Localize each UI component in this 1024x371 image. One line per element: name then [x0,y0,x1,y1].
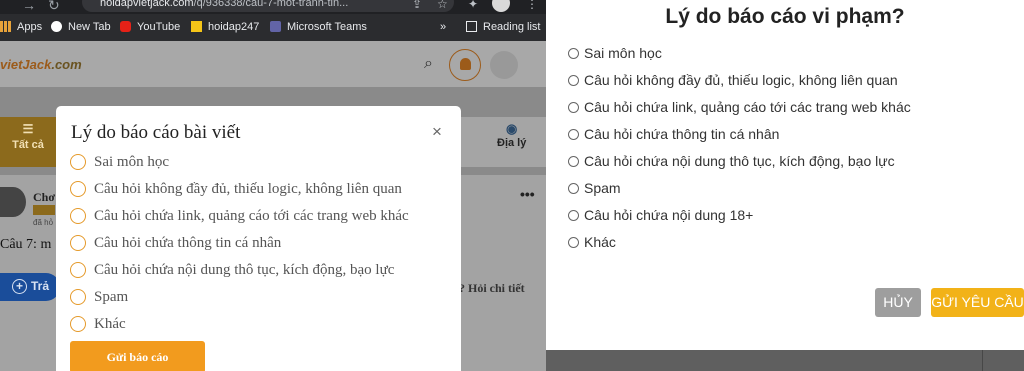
search-icon[interactable]: ⌕ [424,55,433,73]
radio-circle-icon[interactable] [568,156,579,167]
radio-circle-icon[interactable] [568,210,579,221]
extensions-icon[interactable]: ✦ [468,0,478,11]
forward-arrow-icon[interactable]: → [22,0,36,13]
globe-icon: ◉ [506,121,518,136]
report-option-label: Sai môn học [94,154,169,170]
url-text: hoidapvietjack.com/q/936338/cau-7-mot-tr… [100,0,349,9]
bookmarks-overflow[interactable]: » [440,21,446,33]
poster-name[interactable]: Chơ [33,190,55,205]
post-meta: đã hỏ [33,218,54,227]
browser-window: → ↻ hoidapvietjack.com/q/936338/cau-7-mo… [0,0,546,371]
answer-button[interactable]: + Trả [0,273,60,301]
bookmark-new-tab[interactable]: New Tab [51,21,111,33]
radio-circle-icon[interactable] [70,262,86,278]
radio-circle-icon[interactable] [568,48,579,59]
notification-bell-icon[interactable] [449,49,481,81]
report-modal: Lý do báo cáo bài viết × Sai môn học Câu … [56,106,461,371]
violation-option-label: Spam [584,180,621,196]
cancel-button[interactable]: HỦY [875,288,921,317]
poster-avatar[interactable] [0,187,26,217]
violation-option-label: Câu hỏi chứa thông tin cá nhân [584,126,780,142]
report-option-label: Câu hỏi chứa nội dung thô tục, kích động… [94,262,395,278]
divider [982,350,983,371]
reading-list[interactable]: Reading list [466,21,540,33]
report-option-label: Câu hỏi không đầy đủ, thiếu logic, không… [94,181,402,197]
background-strip [546,350,1024,371]
bookmark-teams[interactable]: Microsoft Teams [270,21,367,33]
radio-circle-icon[interactable] [568,102,579,113]
browser-toolbar: → ↻ hoidapvietjack.com/q/936338/cau-7-mo… [0,0,546,14]
violation-option-label: Câu hỏi chứa nội dung thô tục, kích động… [584,153,895,169]
report-option-label: Câu hỏi chứa thông tin cá nhân [94,235,282,251]
report-panel: Lý do báo cáo vi phạm? Sai môn học Câu hỏ… [546,0,1024,350]
modal-title: Lý do báo cáo bài viết [71,122,241,143]
profile-avatar[interactable] [492,0,510,12]
tab-geography[interactable]: ◉ Địa lý [497,121,526,149]
bookmark-star-icon[interactable]: ☆ [437,0,448,11]
bookmark-apps[interactable]: Apps [0,21,42,33]
user-avatar[interactable] [490,51,518,79]
hoidap247-icon [191,21,202,32]
teams-icon [270,21,281,32]
panel-title: Lý do báo cáo vi phạm? [665,5,905,28]
poster-badge [33,205,55,215]
detailed-question-link[interactable]: ? Hỏi chi tiết [459,281,525,296]
bookmark-hoidap247[interactable]: hoidap247 [191,21,259,33]
violation-option-label: Câu hỏi chứa nội dung 18+ [584,207,754,223]
plus-icon: + [12,279,27,294]
reading-list-icon [466,21,477,32]
submit-report-button[interactable]: Gửi báo cáo [70,341,205,371]
radio-circle-icon[interactable] [70,181,86,197]
radio-circle-icon[interactable] [568,75,579,86]
radio-circle-icon[interactable] [70,289,86,305]
radio-circle-icon[interactable] [568,129,579,140]
apps-grid-icon [0,21,11,32]
violation-option-label: Khác [584,234,616,250]
bookmarks-bar: Apps New Tab YouTube hoidap247 Microsoft… [0,14,546,41]
radio-circle-icon[interactable] [568,183,579,194]
tab-all[interactable]: ☰ Tất cả [0,117,56,167]
report-option-label: Spam [94,289,129,305]
radio-circle-icon[interactable] [70,235,86,251]
violation-option-label: Câu hỏi chứa link, quảng cáo tới các tra… [584,99,911,115]
share-icon[interactable]: ⇪ [412,0,422,11]
bookmark-youtube[interactable]: YouTube [120,21,180,33]
menu-kebab-icon[interactable]: ⋮ [526,0,538,11]
site-logo[interactable]: vietJack.com [0,57,82,72]
site-header: vietJack.com ⌕ [0,41,546,87]
reload-icon[interactable]: ↻ [48,0,60,14]
violation-option-label: Câu hỏi không đầy đủ, thiếu logic, không… [584,72,898,88]
report-option-label: Khác [94,316,126,332]
violation-option-label: Sai môn học [584,45,662,61]
radio-circle-icon[interactable] [568,237,579,248]
send-request-button[interactable]: GỬI YÊU CẦU [931,288,1024,317]
radio-circle-icon[interactable] [70,208,86,224]
close-icon[interactable]: × [432,122,442,142]
radio-circle-icon[interactable] [70,154,86,170]
post-more-button[interactable]: ••• [520,186,535,202]
list-icon: ☰ [22,122,34,136]
new-tab-icon [51,21,62,32]
post-question-text: Câu 7: m [0,237,52,252]
report-option-label: Câu hỏi chứa link, quảng cáo tới các tra… [94,208,409,224]
youtube-icon [120,21,131,32]
radio-circle-icon[interactable] [70,316,86,332]
